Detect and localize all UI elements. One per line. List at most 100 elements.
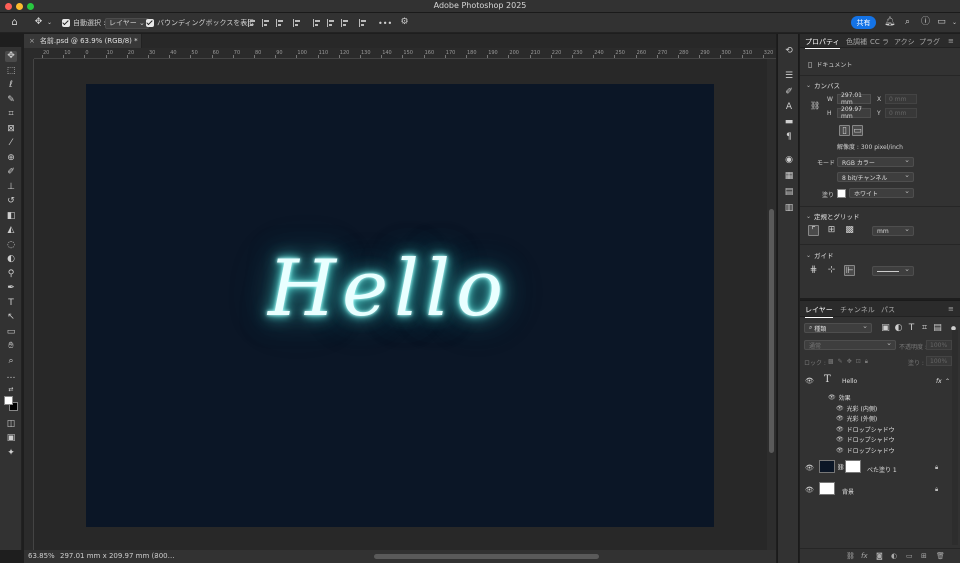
horizontal-scroll-thumb[interactable]: [374, 554, 599, 559]
paint-bucket-tool-icon[interactable]: ◭: [5, 225, 17, 236]
x-field[interactable]: 0 mm: [885, 94, 917, 104]
layer-name[interactable]: 背景: [842, 487, 854, 496]
align-center-icon[interactable]: [262, 17, 270, 29]
guides-toggle-icon[interactable]: ⋕: [808, 265, 819, 276]
bell-icon[interactable]: 🔔︎: [884, 17, 895, 28]
add-mask-icon[interactable]: ◙: [876, 552, 883, 560]
effect-item[interactable]: 👁︎ ドロップシャドウ: [836, 435, 895, 444]
filter-smart-object-icon[interactable]: ▤: [932, 323, 943, 334]
hand-tool-icon[interactable]: ✋︎: [5, 341, 17, 352]
tab-paths[interactable]: パス: [881, 305, 895, 315]
filter-adjustment-icon[interactable]: ◐: [893, 323, 904, 334]
gear-icon[interactable]: ⚙: [399, 17, 410, 28]
foreground-color-swatch[interactable]: [4, 396, 13, 405]
brush-settings-icon[interactable]: ✐: [783, 87, 795, 98]
add-style-icon[interactable]: fx: [861, 552, 868, 560]
document-canvas[interactable]: Hello: [86, 84, 714, 527]
type-tool-icon[interactable]: T: [5, 298, 17, 309]
gradients-icon[interactable]: ▥: [783, 203, 795, 214]
close-tab-icon[interactable]: ×: [29, 37, 35, 45]
tab-cc-libraries[interactable]: CC ラ: [870, 37, 889, 47]
hello-neon-text[interactable]: Hello: [268, 244, 509, 334]
layer-solid-fill[interactable]: 👁︎ ⛓ べた塗り 1 🔒︎: [800, 458, 952, 478]
more-options-button[interactable]: •••: [378, 17, 392, 29]
lasso-tool-icon[interactable]: ℓ: [5, 80, 17, 91]
blend-mode-select[interactable]: 通常: [804, 339, 896, 350]
canvas-area[interactable]: Hello: [34, 59, 767, 550]
visibility-eye-icon[interactable]: 👁︎: [805, 377, 814, 385]
auto-select-target-select[interactable]: レイヤー ⌄: [105, 17, 149, 29]
width-field[interactable]: 297.01 mm: [837, 92, 871, 106]
filter-type-icon[interactable]: T: [906, 323, 917, 334]
zoom-level[interactable]: 63.85%: [28, 552, 55, 560]
tool-preset-chevron-icon[interactable]: ⌄: [44, 17, 55, 28]
chevron-down-icon[interactable]: ⌃: [945, 378, 950, 385]
workspace-icon[interactable]: ▭: [936, 17, 947, 28]
new-group-icon[interactable]: ▭: [906, 552, 913, 560]
landscape-orientation-icon[interactable]: ▭: [852, 125, 863, 136]
align-top-icon[interactable]: [313, 17, 321, 29]
home-icon[interactable]: ⌂: [9, 17, 20, 28]
effect-eye-icon[interactable]: 👁︎: [836, 426, 844, 433]
dodge-tool-icon[interactable]: ◐: [5, 254, 17, 265]
history-icon[interactable]: ⟲: [783, 46, 795, 57]
effect-eye-icon[interactable]: 👁︎: [828, 394, 836, 401]
eyedropper-tool-icon[interactable]: ⁄: [5, 138, 17, 149]
align-bottom-icon[interactable]: [341, 17, 349, 29]
share-button[interactable]: 共有: [851, 16, 876, 29]
new-layer-icon[interactable]: ⊞: [921, 552, 927, 560]
quick-select-tool-icon[interactable]: ✎: [5, 95, 17, 106]
tab-adjustments[interactable]: 色調補: [846, 37, 867, 47]
patterns-icon[interactable]: ▤: [783, 187, 795, 198]
effect-item[interactable]: 👁︎ 光彩 (内側): [836, 404, 877, 413]
guide-style-select[interactable]: [872, 265, 914, 276]
layer-background[interactable]: 👁︎ 背景 🔒︎: [800, 480, 952, 500]
effect-item[interactable]: 👁︎ ドロップシャドウ: [836, 446, 895, 455]
status-menu-arrow[interactable]: ›: [154, 552, 157, 560]
pixel-grid-icon[interactable]: ▩: [844, 225, 855, 236]
crop-tool-icon[interactable]: ⌗: [5, 109, 17, 120]
effect-item[interactable]: 👁︎ 光彩 (外側): [836, 414, 877, 423]
quick-mask-icon[interactable]: ◫: [5, 419, 17, 430]
adjustments-icon[interactable]: ☰: [783, 71, 795, 82]
color-mode-select[interactable]: RGB カラー: [837, 156, 914, 167]
glyphs-icon[interactable]: ¶: [783, 132, 795, 143]
character-icon[interactable]: A: [783, 102, 795, 113]
fill-color-swatch[interactable]: [837, 189, 846, 198]
effect-eye-icon[interactable]: 👁︎: [836, 415, 844, 422]
rectangle-tool-icon[interactable]: ▭: [5, 327, 17, 338]
y-field[interactable]: 0 mm: [885, 108, 917, 118]
fx-badge[interactable]: fx: [936, 378, 942, 385]
link-dimensions-icon[interactable]: ⛓: [810, 101, 820, 110]
effect-eye-icon[interactable]: 👁︎: [836, 447, 844, 454]
tab-plugins[interactable]: プラグ: [919, 37, 940, 47]
layers-scrollbar[interactable]: [952, 330, 958, 545]
new-guide-icon[interactable]: ⊹: [826, 265, 837, 276]
panel-menu-icon[interactable]: ≡: [948, 37, 954, 45]
marquee-tool-icon[interactable]: ⬚: [5, 66, 17, 77]
trash-icon[interactable]: 🗑︎: [936, 552, 945, 560]
layer-filter-select[interactable]: ⌕ 種類: [804, 322, 872, 333]
layer-name[interactable]: べた塗り 1: [867, 465, 897, 474]
effect-eye-icon[interactable]: 👁︎: [836, 436, 844, 443]
tab-layers[interactable]: レイヤー: [805, 305, 833, 318]
bounding-box-option[interactable]: バウンディングボックスを表示: [146, 17, 254, 29]
link-layers-icon[interactable]: ⛓: [846, 552, 855, 560]
bounding-box-checkbox[interactable]: [146, 19, 154, 27]
tab-properties[interactable]: プロパティ: [805, 37, 840, 49]
vertical-scroll-thumb[interactable]: [769, 209, 774, 453]
fill-field[interactable]: 100%: [926, 356, 952, 366]
frame-tool-icon[interactable]: ⊠: [5, 124, 17, 135]
height-field[interactable]: 209.97 mm: [837, 106, 871, 120]
ruler-unit-select[interactable]: mm: [872, 225, 914, 236]
canvas-section-header[interactable]: ⌄ カンバス: [806, 80, 840, 91]
help-icon[interactable]: ⓘ: [920, 17, 931, 28]
document-tab[interactable]: × 名前.psd @ 63.9% (RGB/8) *: [24, 34, 142, 48]
visibility-eye-icon[interactable]: 👁︎: [805, 464, 814, 472]
adjustment-layer-icon[interactable]: ◐: [891, 552, 897, 560]
clone-stamp-tool-icon[interactable]: ⊥: [5, 182, 17, 193]
swatches-icon[interactable]: ▦: [783, 171, 795, 182]
healing-brush-tool-icon[interactable]: ⊕: [5, 153, 17, 164]
auto-select-option[interactable]: 自動選択 :: [62, 17, 106, 29]
effect-item[interactable]: 👁︎ ドロップシャドウ: [836, 425, 895, 434]
